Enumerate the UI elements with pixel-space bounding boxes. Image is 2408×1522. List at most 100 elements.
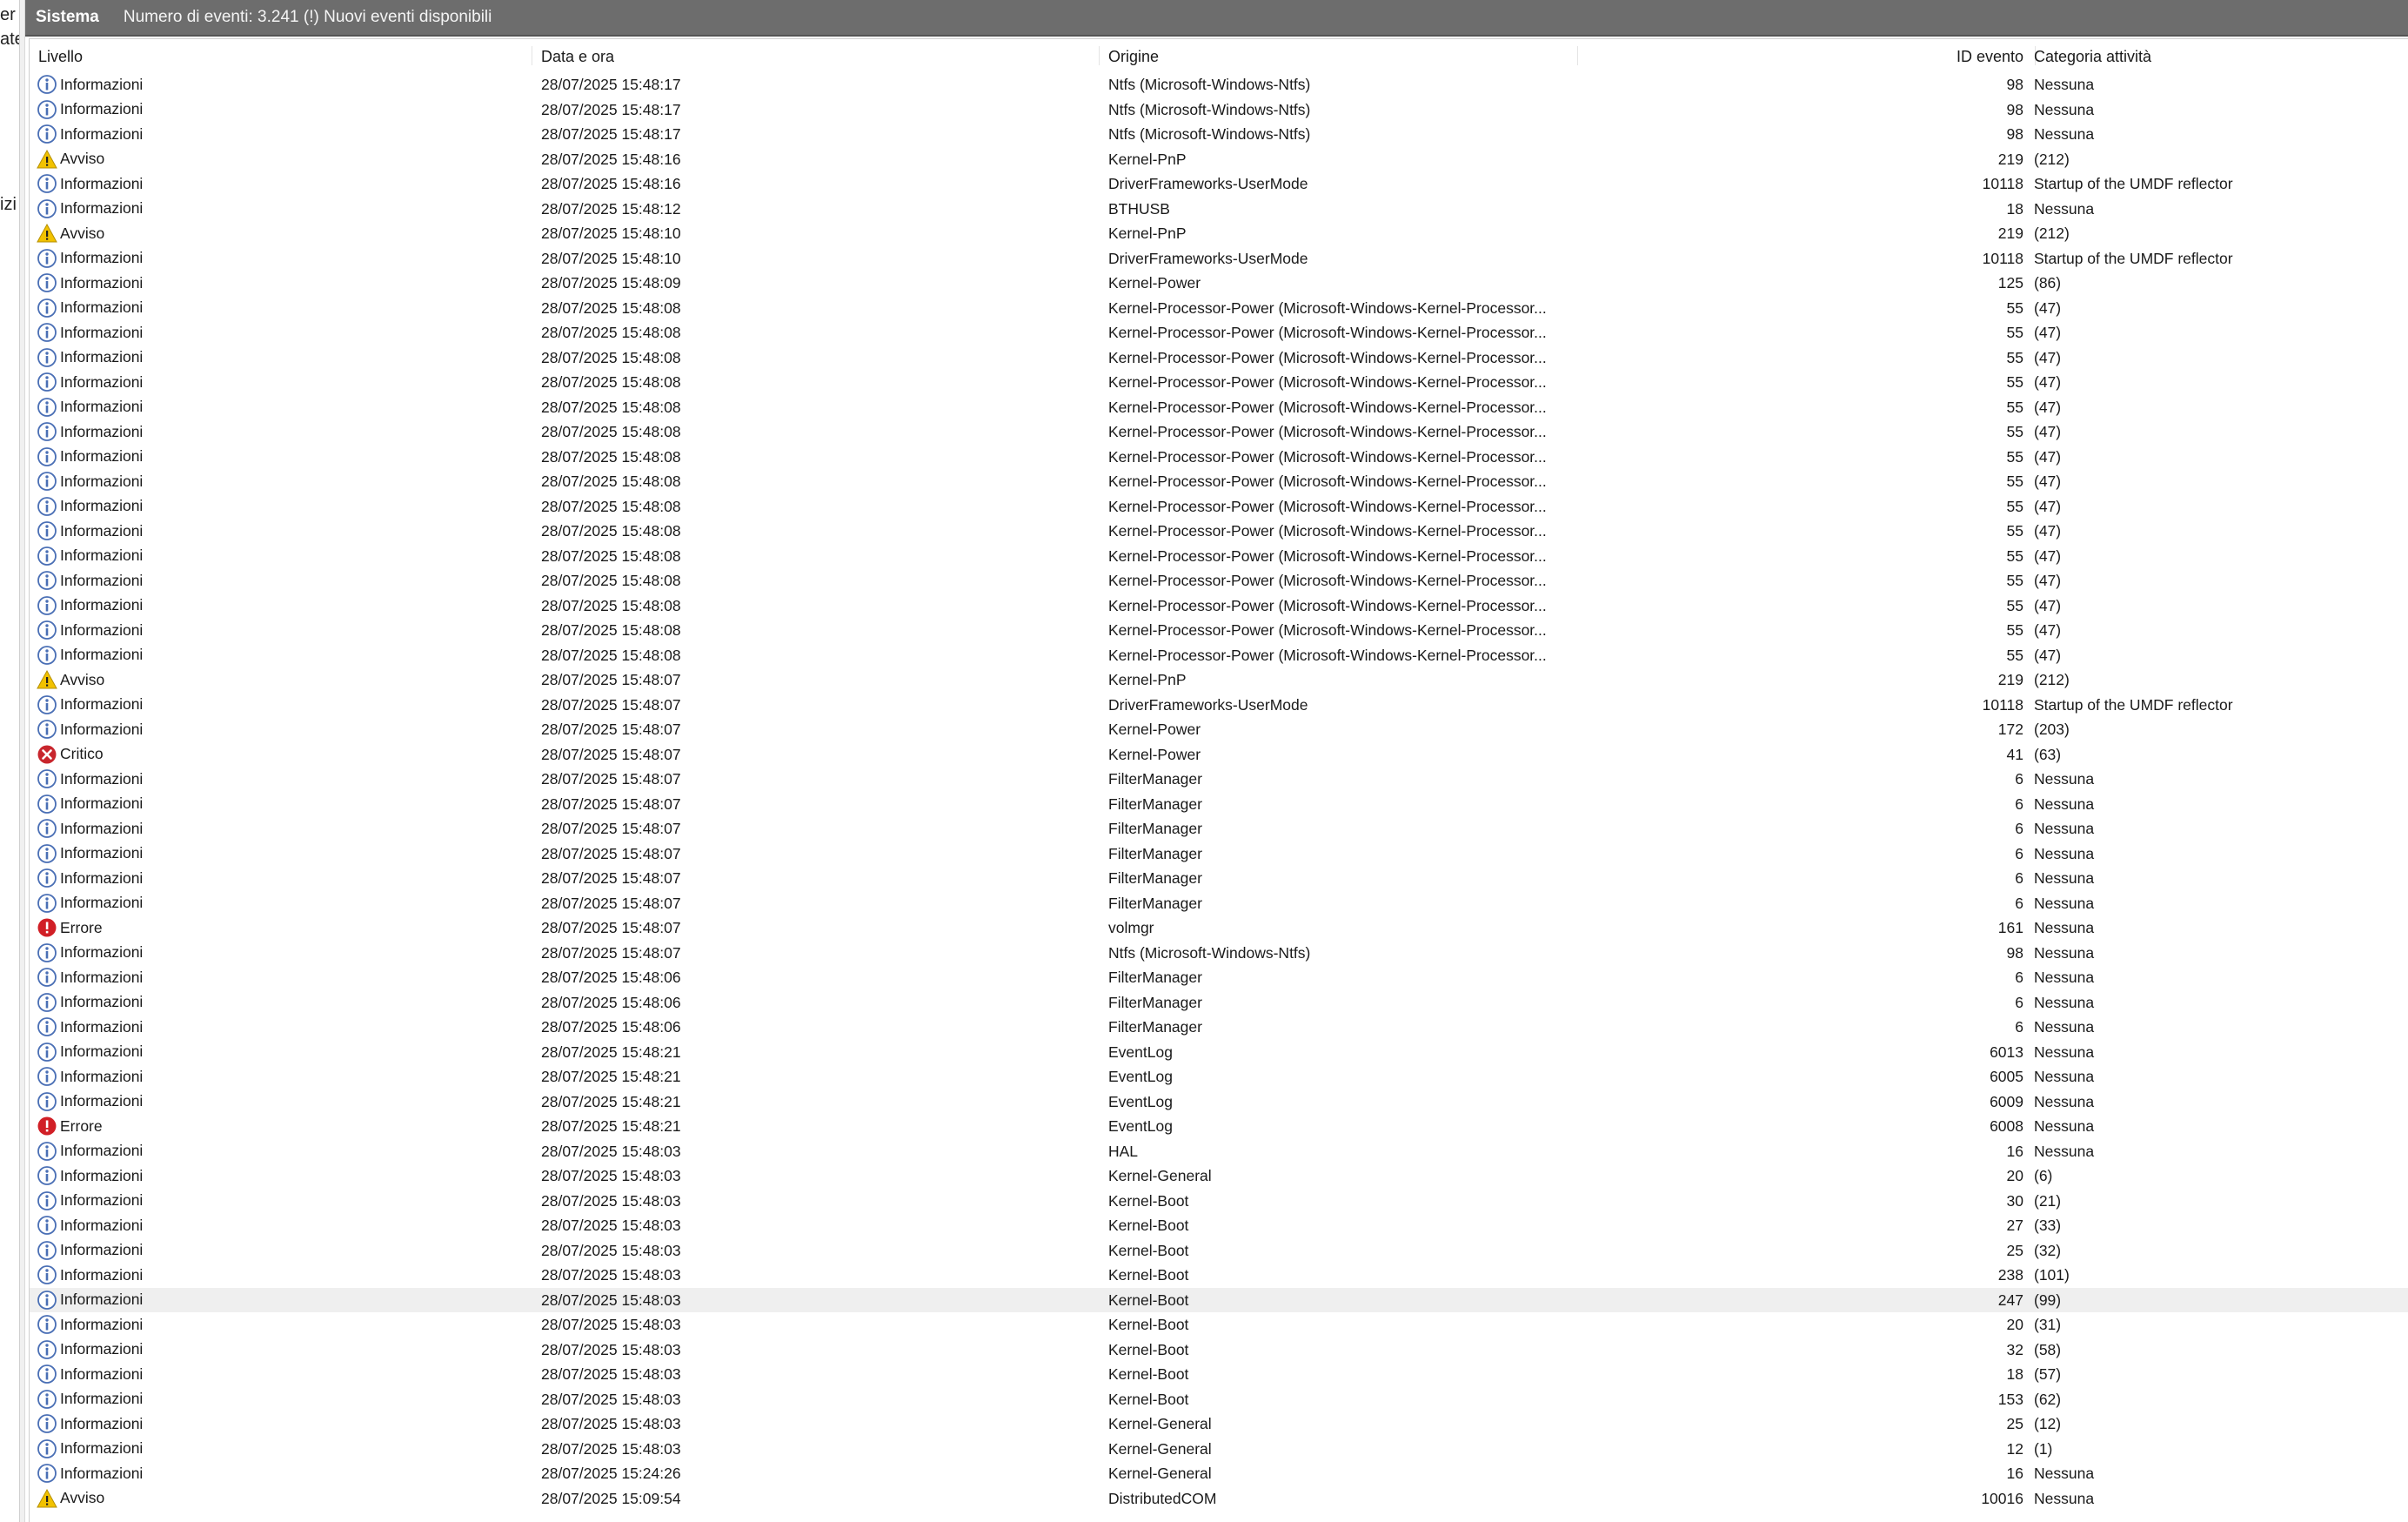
event-row[interactable]: Informazioni 28/07/2025 15:48:07 FilterM… xyxy=(30,767,2408,792)
level-label: Informazioni xyxy=(60,993,144,1011)
event-row[interactable]: Informazioni 28/07/2025 15:48:07 Kernel-… xyxy=(30,717,2408,742)
event-row[interactable]: Informazioni 28/07/2025 15:48:16 DriverF… xyxy=(30,171,2408,197)
event-row[interactable]: Informazioni 28/07/2025 15:48:03 Kernel-… xyxy=(30,1163,2408,1189)
event-row[interactable]: Informazioni 28/07/2025 15:48:10 DriverF… xyxy=(30,246,2408,272)
event-row[interactable]: Informazioni 28/07/2025 15:48:07 FilterM… xyxy=(30,866,2408,891)
event-row[interactable]: Avviso 28/07/2025 15:09:54 DistributedCO… xyxy=(30,1486,2408,1512)
event-row[interactable]: Informazioni 28/07/2025 15:48:07 FilterM… xyxy=(30,891,2408,916)
event-row[interactable]: Informazioni 28/07/2025 15:48:17 Ntfs (M… xyxy=(30,97,2408,123)
event-row[interactable]: Informazioni 28/07/2025 15:48:17 Ntfs (M… xyxy=(30,122,2408,147)
event-row[interactable]: Informazioni 28/07/2025 15:48:08 Kernel-… xyxy=(30,419,2408,445)
event-row[interactable]: Informazioni 28/07/2025 15:48:12 BTHUSB … xyxy=(30,197,2408,222)
level-label: Errore xyxy=(60,1116,103,1135)
event-row[interactable]: Informazioni 28/07/2025 15:48:03 HAL 16 … xyxy=(30,1139,2408,1164)
source-cell: Kernel-Boot xyxy=(1108,1266,1189,1284)
event-row[interactable]: Informazioni 28/07/2025 15:48:07 FilterM… xyxy=(30,792,2408,817)
event-row[interactable]: Informazioni 28/07/2025 15:48:03 Kernel-… xyxy=(30,1287,2408,1312)
level-cell: Informazioni xyxy=(37,72,524,97)
date-cell: 28/07/2025 15:48:07 xyxy=(541,943,681,962)
source-cell: Ntfs (Microsoft-Windows-Ntfs) xyxy=(1108,100,1311,118)
event-row[interactable]: Informazioni 28/07/2025 15:48:21 EventLo… xyxy=(30,1090,2408,1115)
event-row[interactable]: Informazioni 28/07/2025 15:48:08 Kernel-… xyxy=(30,643,2408,668)
source-cell: Kernel-Processor-Power (Microsoft-Window… xyxy=(1108,373,1547,391)
event-row[interactable]: Informazioni 28/07/2025 15:48:03 Kernel-… xyxy=(30,1213,2408,1238)
event-row[interactable]: Informazioni 28/07/2025 15:48:07 FilterM… xyxy=(30,816,2408,841)
event-row[interactable]: Informazioni 28/07/2025 15:48:08 Kernel-… xyxy=(30,494,2408,520)
event-row[interactable]: Critico 28/07/2025 15:48:07 Kernel-Power… xyxy=(30,742,2408,768)
nav-text-fragment: izi xyxy=(0,195,17,214)
event-row[interactable]: Informazioni 28/07/2025 15:48:08 Kernel-… xyxy=(30,320,2408,345)
event-row[interactable]: Informazioni 28/07/2025 15:48:06 FilterM… xyxy=(30,1015,2408,1040)
event-id-cell: 6 xyxy=(2015,795,2023,813)
source-cell: Kernel-Processor-Power (Microsoft-Window… xyxy=(1108,473,1547,490)
event-row[interactable]: Informazioni 28/07/2025 15:48:07 DriverF… xyxy=(30,693,2408,718)
date-cell: 28/07/2025 15:48:08 xyxy=(541,473,681,490)
source-cell: Kernel-Boot xyxy=(1108,1191,1189,1210)
event-row[interactable]: Errore 28/07/2025 15:48:07 volmgr 161 Ne… xyxy=(30,915,2408,941)
event-row[interactable]: Informazioni 28/07/2025 15:48:08 Kernel-… xyxy=(30,519,2408,544)
event-row[interactable]: Informazioni 28/07/2025 15:48:03 Kernel-… xyxy=(30,1263,2408,1288)
source-cell: DriverFrameworks-UserMode xyxy=(1108,695,1308,714)
event-row[interactable]: Avviso 28/07/2025 15:48:10 Kernel-PnP 21… xyxy=(30,221,2408,246)
event-row[interactable]: Informazioni 28/07/2025 15:24:26 Kernel-… xyxy=(30,1461,2408,1486)
source-cell: Kernel-Processor-Power (Microsoft-Window… xyxy=(1108,522,1547,540)
level-label: Informazioni xyxy=(60,174,144,192)
event-row[interactable]: Informazioni 28/07/2025 15:48:06 FilterM… xyxy=(30,965,2408,990)
info-icon xyxy=(37,645,57,666)
event-row[interactable]: Avviso 28/07/2025 15:48:07 Kernel-PnP 21… xyxy=(30,667,2408,693)
level-label: Informazioni xyxy=(60,422,144,440)
date-cell: 28/07/2025 15:48:03 xyxy=(541,1390,681,1408)
event-row[interactable]: Informazioni 28/07/2025 15:48:06 FilterM… xyxy=(30,990,2408,1016)
event-row[interactable]: Informazioni 28/07/2025 15:48:08 Kernel-… xyxy=(30,395,2408,420)
event-row[interactable]: Informazioni 28/07/2025 15:48:07 Ntfs (M… xyxy=(30,941,2408,966)
level-cell: Informazioni xyxy=(37,643,524,668)
event-row[interactable]: Informazioni 28/07/2025 15:48:09 Kernel-… xyxy=(30,271,2408,296)
event-row[interactable]: Informazioni 28/07/2025 15:48:08 Kernel-… xyxy=(30,469,2408,494)
date-cell: 28/07/2025 15:48:07 xyxy=(541,695,681,714)
event-row[interactable]: Informazioni 28/07/2025 15:48:08 Kernel-… xyxy=(30,296,2408,321)
event-row[interactable]: Informazioni 28/07/2025 15:48:08 Kernel-… xyxy=(30,544,2408,569)
event-row[interactable]: Informazioni 28/07/2025 15:48:03 Kernel-… xyxy=(30,1338,2408,1363)
date-cell: 28/07/2025 15:48:21 xyxy=(541,1043,681,1061)
column-header-event-id[interactable]: ID evento xyxy=(1578,39,2036,72)
event-row[interactable]: Informazioni 28/07/2025 15:48:08 Kernel-… xyxy=(30,593,2408,619)
event-row[interactable]: Informazioni 28/07/2025 15:48:17 Ntfs (M… xyxy=(30,72,2408,97)
level-cell: Informazioni xyxy=(37,1189,524,1214)
level-cell: Informazioni xyxy=(37,618,524,643)
level-cell: Informazioni xyxy=(37,767,524,792)
navigation-pane[interactable]: er l ate izi xyxy=(0,0,20,1522)
category-cell: (212) xyxy=(2034,671,2070,688)
date-cell: 28/07/2025 15:48:08 xyxy=(541,621,681,639)
date-cell: 28/07/2025 15:48:07 xyxy=(541,869,681,887)
event-id-cell: 247 xyxy=(1997,1291,2023,1309)
event-row[interactable]: Informazioni 28/07/2025 15:48:07 FilterM… xyxy=(30,841,2408,867)
event-row[interactable]: Informazioni 28/07/2025 15:48:03 Kernel-… xyxy=(30,1362,2408,1387)
event-row[interactable]: Avviso 28/07/2025 15:48:16 Kernel-PnP 21… xyxy=(30,147,2408,172)
event-row[interactable]: Informazioni 28/07/2025 15:48:03 Kernel-… xyxy=(30,1387,2408,1412)
column-header-level[interactable]: Livello xyxy=(30,39,532,72)
level-label: Informazioni xyxy=(60,1067,144,1085)
category-cell: (58) xyxy=(2034,1340,2062,1358)
event-row[interactable]: Informazioni 28/07/2025 15:48:08 Kernel-… xyxy=(30,445,2408,470)
pane-splitter[interactable] xyxy=(20,0,25,1522)
column-header-date[interactable]: Data e ora xyxy=(532,39,1100,72)
event-row[interactable]: Informazioni 28/07/2025 15:48:03 Kernel-… xyxy=(30,1411,2408,1437)
event-row[interactable]: Informazioni 28/07/2025 15:48:03 Kernel-… xyxy=(30,1189,2408,1214)
column-header-category[interactable]: Categoria attività xyxy=(2025,39,2408,72)
source-cell: Kernel-General xyxy=(1108,1415,1212,1432)
event-row[interactable]: Informazioni 28/07/2025 15:48:21 EventLo… xyxy=(30,1040,2408,1065)
source-cell: Ntfs (Microsoft-Windows-Ntfs) xyxy=(1108,125,1311,143)
event-row[interactable]: Informazioni 28/07/2025 15:48:03 Kernel-… xyxy=(30,1437,2408,1462)
date-cell: 28/07/2025 15:48:03 xyxy=(541,1266,681,1284)
event-row[interactable]: Informazioni 28/07/2025 15:48:03 Kernel-… xyxy=(30,1238,2408,1264)
event-row[interactable]: Informazioni 28/07/2025 15:48:03 Kernel-… xyxy=(30,1312,2408,1338)
event-row[interactable]: Informazioni 28/07/2025 15:48:08 Kernel-… xyxy=(30,345,2408,371)
level-cell: Informazioni xyxy=(37,1090,524,1115)
column-header-source[interactable]: Origine xyxy=(1100,39,1578,72)
event-row[interactable]: Informazioni 28/07/2025 15:48:08 Kernel-… xyxy=(30,618,2408,643)
info-icon xyxy=(37,595,57,616)
event-row[interactable]: Errore 28/07/2025 15:48:21 EventLog 6008… xyxy=(30,1114,2408,1139)
event-row[interactable]: Informazioni 28/07/2025 15:48:08 Kernel-… xyxy=(30,370,2408,395)
event-row[interactable]: Informazioni 28/07/2025 15:48:08 Kernel-… xyxy=(30,568,2408,593)
event-row[interactable]: Informazioni 28/07/2025 15:48:21 EventLo… xyxy=(30,1064,2408,1090)
